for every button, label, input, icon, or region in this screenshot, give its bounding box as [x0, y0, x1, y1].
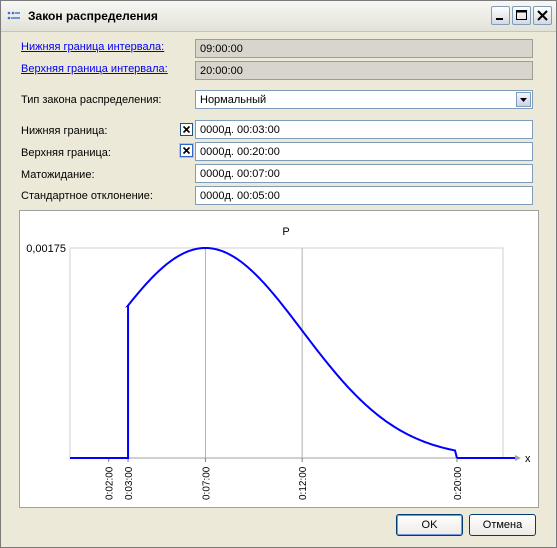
app-icon — [7, 11, 20, 20]
minimize-button[interactable] — [491, 6, 510, 25]
upper-interval-link[interactable]: Верхняя граница интервала: — [21, 63, 168, 75]
upper-bound-label: Верхняя граница: — [21, 147, 111, 159]
y-tick-label: 0,00175 — [26, 243, 66, 255]
chart-title: P — [282, 226, 289, 238]
x-tick-label: 0:20:00 — [453, 466, 464, 500]
expectation-label: Матожидание: — [21, 169, 95, 181]
lower-bound-clear-checkbox[interactable] — [180, 123, 193, 136]
lower-interval-field: 09:00:00 — [195, 39, 533, 58]
upper-bound-field[interactable]: 0000д. 00:20:00 — [195, 142, 533, 161]
x-tick-label: 0:02:00 — [105, 466, 116, 500]
x-tick-label: 0:03:00 — [124, 466, 135, 500]
upper-bound-clear-checkbox[interactable] — [180, 144, 193, 157]
window-title: Закон распределения — [28, 9, 158, 23]
law-type-label: Тип закона распределения: — [21, 94, 162, 106]
title-bar[interactable]: Закон распределения — [1, 1, 556, 32]
expectation-field[interactable]: 0000д. 00:07:00 — [195, 164, 533, 183]
ok-button[interactable]: OK — [396, 514, 463, 536]
x-tick-label: 0:07:00 — [201, 466, 212, 500]
lower-bound-field[interactable]: 0000д. 00:03:00 — [195, 120, 533, 139]
law-type-value: Нормальный — [200, 94, 267, 106]
chevron-down-icon[interactable] — [516, 92, 531, 107]
distribution-chart-panel: P 0,00175 x 0:02:00 0:03:00 0:07:00 0:12:00… — [19, 210, 539, 508]
plot-area — [69, 247, 504, 459]
minimize-icon — [496, 18, 503, 20]
distribution-chart: P 0,00175 x 0:02:00 0:03:00 0:07:00 0:12:00… — [26, 226, 531, 500]
x-mark-icon — [182, 146, 191, 155]
close-icon — [537, 10, 548, 21]
distribution-dialog: Закон распределения Нижняя граница интер… — [0, 0, 557, 548]
cancel-button[interactable]: Отмена — [469, 514, 536, 536]
lower-interval-link[interactable]: Нижняя граница интервала: — [21, 41, 164, 53]
x-axis-arrow — [515, 455, 521, 461]
x-tick-label: 0:12:00 — [298, 466, 309, 500]
law-type-select[interactable]: Нормальный — [195, 90, 533, 109]
maximize-icon — [516, 10, 527, 20]
distribution-curve — [70, 246, 515, 459]
std-field[interactable]: 0000д. 00:05:00 — [195, 186, 533, 205]
x-mark-icon — [182, 125, 191, 134]
upper-interval-field: 20:00:00 — [195, 61, 533, 80]
lower-bound-label: Нижняя граница: — [21, 125, 108, 137]
x-axis-label: x — [525, 453, 531, 465]
std-label: Стандартное отклонение: — [21, 190, 153, 202]
close-button[interactable] — [533, 6, 552, 25]
maximize-button[interactable] — [512, 6, 531, 25]
